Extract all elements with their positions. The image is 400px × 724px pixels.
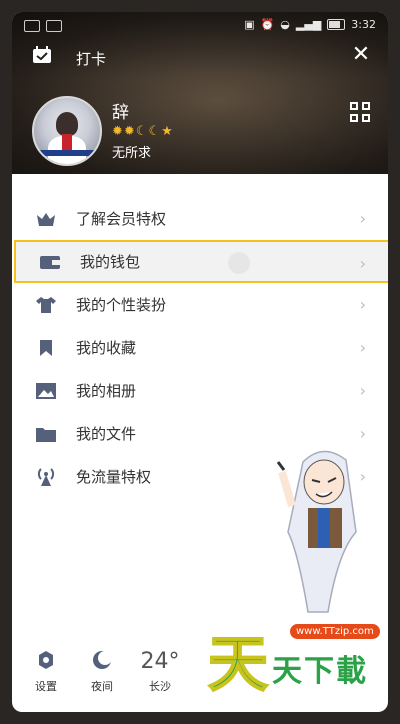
nickname[interactable]: 辞 <box>112 98 129 123</box>
chevron-right-icon: › <box>359 424 366 443</box>
wallet-icon <box>38 251 62 273</box>
temperature: 24° <box>140 649 180 674</box>
top-bar: 打卡 ✕ <box>12 42 388 72</box>
antenna-icon <box>34 466 58 488</box>
gear-icon <box>39 651 53 669</box>
battery-icon <box>327 19 346 30</box>
nfc-icon: ▣ <box>244 18 255 31</box>
chevron-right-icon: › <box>359 209 366 228</box>
menu-item-label: 我的钱包 <box>80 253 141 271</box>
avatar[interactable] <box>32 96 102 166</box>
night-label: 夜间 <box>91 680 113 693</box>
chevron-right-icon: › <box>359 338 366 357</box>
menu-item-favorites[interactable]: 我的收藏 › <box>12 326 388 369</box>
menu-item-label: 我的文件 <box>76 425 137 443</box>
menu-item-label: 我的相册 <box>76 382 137 400</box>
phone-screen: ▣ ⏰ ◒ ▂▄▆ 3:32 打卡 ✕ 辞 ✹ ✹ ☾ ☾ ★ 无所求 了解会员… <box>12 12 388 712</box>
qr-code-icon[interactable] <box>350 102 370 122</box>
chevron-right-icon: › <box>359 254 366 273</box>
night-mode-button[interactable]: 夜间 <box>82 650 122 694</box>
menu-item-label: 我的个性装扮 <box>76 296 167 314</box>
site-watermark: 天 天下載 www.TTzip.com <box>202 616 382 706</box>
album-icon <box>34 380 58 402</box>
moon-icon <box>93 651 112 669</box>
mascot-illustration <box>276 450 357 613</box>
profile-section: 辞 ✹ ✹ ☾ ☾ ★ 无所求 <box>12 96 388 166</box>
status-bar: ▣ ⏰ ◒ ▂▄▆ 3:32 <box>12 12 388 38</box>
moon-icon: ☾ <box>135 124 148 139</box>
folder-icon <box>34 423 58 445</box>
signal-icon: ▂▄▆ <box>295 18 322 31</box>
star-icon: ★ <box>161 124 173 139</box>
wifi-icon: ◒ <box>280 18 290 31</box>
menu-item-personalize[interactable]: 我的个性装扮 › <box>12 283 388 326</box>
menu-item-wallet[interactable]: 我的钱包 › <box>14 240 388 283</box>
city-label: 长沙 <box>149 680 171 693</box>
chevron-right-icon: › <box>359 381 366 400</box>
chevron-right-icon: › <box>359 295 366 314</box>
calendar-check-icon[interactable] <box>32 46 52 64</box>
signature[interactable]: 无所求 <box>112 142 151 161</box>
bookmark-icon <box>34 337 58 359</box>
checkin-label[interactable]: 打卡 <box>76 48 106 69</box>
menu-item-label: 了解会员特权 <box>76 210 167 228</box>
menu-item-label: 免流量特权 <box>76 468 152 486</box>
menu-item-vip[interactable]: 了解会员特权 › <box>12 197 388 240</box>
shirt-icon <box>34 294 58 316</box>
status-time: 3:32 <box>351 18 376 31</box>
sim-icon <box>24 20 40 32</box>
weather-widget[interactable]: 24° 长沙 <box>140 649 180 694</box>
moon-icon: ☾ <box>148 124 161 139</box>
settings-button[interactable]: 设置 <box>26 650 66 694</box>
message-icon <box>46 20 62 32</box>
sun-icon: ✹ <box>112 124 123 139</box>
settings-label: 设置 <box>35 680 57 693</box>
menu-item-label: 我的收藏 <box>76 339 137 357</box>
close-icon[interactable]: ✕ <box>350 44 372 66</box>
menu-item-album[interactable]: 我的相册 › <box>12 369 388 412</box>
touch-ripple <box>228 252 250 274</box>
level-badges[interactable]: ✹ ✹ ☾ ☾ ★ <box>112 124 173 139</box>
alarm-icon: ⏰ <box>260 18 275 31</box>
sun-icon: ✹ <box>123 124 135 139</box>
vip-icon <box>34 208 58 230</box>
